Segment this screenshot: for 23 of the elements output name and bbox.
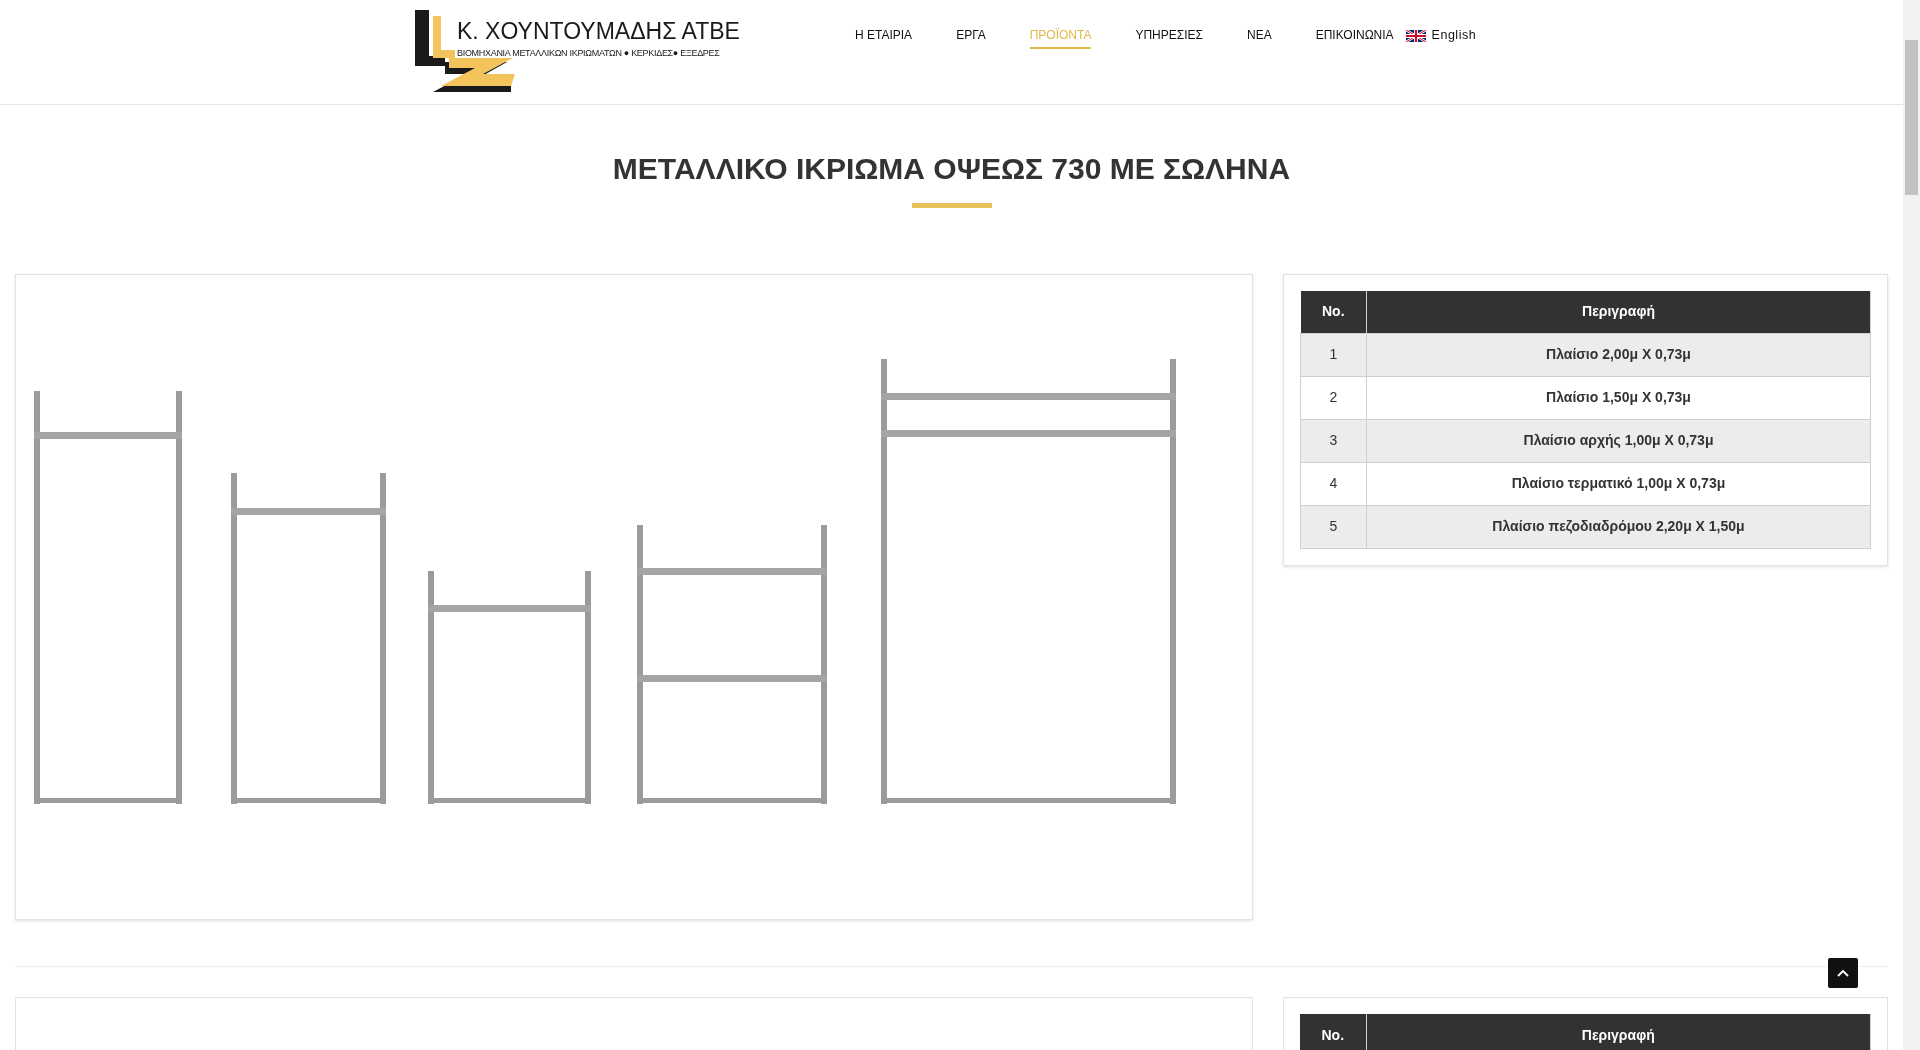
- nav-link[interactable]: ΕΡΓΑ: [956, 25, 986, 49]
- column-header: Περιγραφή: [1366, 291, 1871, 333]
- table-cell: 1: [1300, 333, 1367, 376]
- nav-link[interactable]: ΕΠΙΚΟΙΝΩΝΙΑ: [1315, 25, 1394, 49]
- table-cell: Πλαίσιο 1,50μ Χ 0,73μ: [1366, 376, 1871, 419]
- language-link[interactable]: English: [1405, 26, 1477, 48]
- table-cell: Πλαίσιο πεζοδιαδρόμου 2,20μ Χ 1,50μ: [1366, 505, 1871, 548]
- table-cell: 2: [1300, 376, 1367, 419]
- column-header: Περιγραφή: [1366, 1014, 1871, 1050]
- table-cell: Πλαίσιο 2,00μ Χ 0,73μ: [1366, 333, 1871, 376]
- nav-link[interactable]: Η ΕΤΑΙΡΙΑ: [855, 25, 913, 49]
- table-cell: Πλαίσιο αρχής 1,00μ Χ 0,73μ: [1366, 419, 1871, 462]
- nav-link[interactable]: ΥΠΗΡΕΣΙΕΣ: [1135, 25, 1203, 49]
- table-cell: Πλαίσιο τερματικό 1,00μ Χ 0,73μ: [1366, 462, 1871, 505]
- table-cell: 4: [1300, 462, 1367, 505]
- nav-link[interactable]: ΝΕΑ: [1246, 25, 1272, 49]
- column-header: No.: [1300, 1014, 1366, 1050]
- page-title: ΜΕΤΑΛΛΙΚΟ ΙΚΡΙΩΜΑ ΟΨΕΩΣ 730 ΜΕ ΣΩΛΗΝΑ: [612, 151, 1291, 187]
- column-header: No.: [1300, 291, 1367, 333]
- table-cell: 5: [1300, 505, 1367, 548]
- company-name: Κ. ΧΟΥΝΤΟΥΜΑΔΗΣ ΑΤΒΕ: [457, 19, 740, 43]
- table-cell: 3: [1300, 419, 1367, 462]
- company-tagline: ΒΙΟΜΗΧΑΝΙΑ ΜΕΤΑΛΛΙΚΩΝ ΙΚΡΙΩΜΑΤΩΝ ● ΚΕΡΚΙΔΕΣ● ΕΞΕΔΡΕΣ: [457, 46, 721, 60]
